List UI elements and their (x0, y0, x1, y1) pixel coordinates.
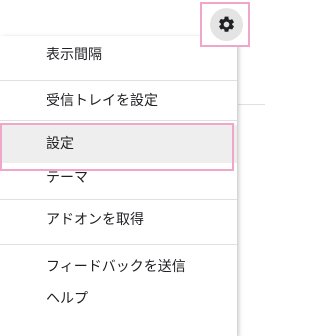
menu-divider (0, 199, 237, 200)
settings-button[interactable] (210, 8, 243, 41)
menu-item-settings[interactable]: 設定 (0, 125, 237, 163)
menu-divider (0, 120, 237, 121)
menu-item-configure-inbox[interactable]: 受信トレイを設定 (0, 82, 237, 120)
menu-divider (0, 80, 237, 81)
background-divider (238, 104, 265, 105)
menu-item-help[interactable]: ヘルプ (0, 280, 237, 318)
menu-item-themes[interactable]: テーマ (0, 159, 237, 197)
menu-item-get-addons[interactable]: アドオンを取得 (0, 201, 237, 239)
gear-icon (219, 16, 234, 32)
settings-button-highlight (200, 2, 250, 47)
settings-menu: 表示間隔 受信トレイを設定 設定 テーマ アドオンを取得 フィードバックを送信 … (0, 36, 237, 336)
menu-divider (0, 244, 237, 245)
